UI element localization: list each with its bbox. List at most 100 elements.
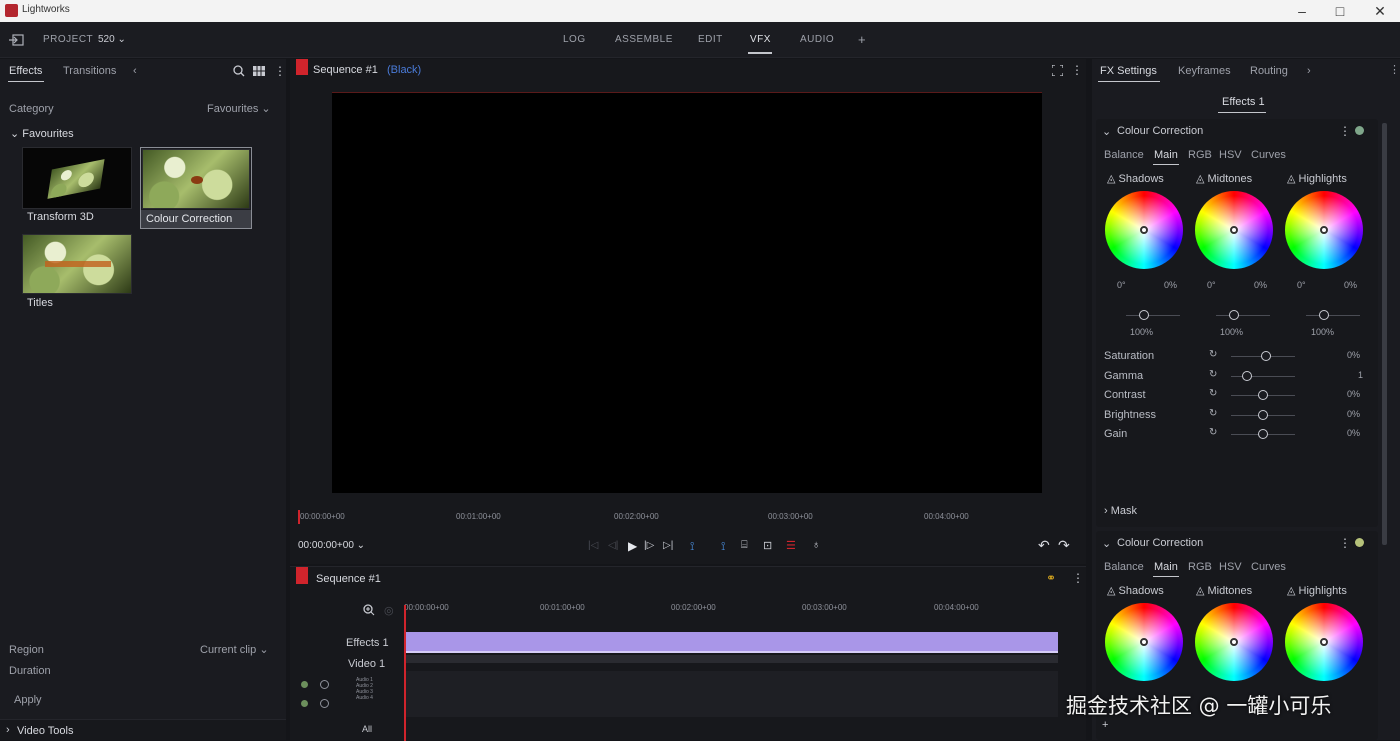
highlights-color-wheel[interactable] — [1285, 191, 1363, 269]
subtab-main[interactable]: Main — [1154, 149, 1178, 161]
chevron-down-icon[interactable]: ⌄ — [1102, 537, 1111, 550]
viewer-time-ruler[interactable]: 00:00:00+00 00:01:00+00 00:02:00+00 00:0… — [298, 510, 1078, 528]
shadows-header[interactable]: ◬ Shadows — [1107, 584, 1164, 597]
wheel-handle[interactable] — [1140, 226, 1148, 234]
saturation-knob[interactable] — [1260, 351, 1271, 361]
contrast-knob[interactable] — [1258, 390, 1268, 400]
step-back-icon[interactable]: ◁| — [608, 540, 618, 551]
audio-enable-toggle-2[interactable] — [301, 700, 308, 707]
shadows-header[interactable]: ◬ Shadows — [1107, 172, 1164, 185]
audio-solo-toggle-1[interactable] — [320, 680, 329, 689]
shadows-level-slider[interactable] — [1126, 315, 1180, 316]
tab-routing[interactable]: Routing — [1250, 65, 1288, 77]
viewer-menu-icon[interactable]: ⋮ — [1071, 63, 1083, 77]
subtab-hsv[interactable]: HSV — [1219, 149, 1242, 161]
gain-knob[interactable] — [1258, 429, 1268, 439]
add-icon[interactable]: + — [1102, 719, 1108, 731]
tab-effects-1[interactable]: Effects 1 — [1222, 96, 1265, 108]
section-menu-icon[interactable]: ⋮ — [1339, 536, 1351, 550]
video-preview[interactable] — [332, 92, 1042, 493]
midtones-level-slider[interactable] — [1216, 315, 1270, 316]
category-dropdown[interactable]: Favourites ⌄ — [207, 102, 271, 115]
wheel-handle[interactable] — [1230, 226, 1238, 234]
tab-effects[interactable]: Effects — [9, 65, 42, 77]
grid-view-icon[interactable] — [253, 66, 265, 76]
undo-icon[interactable]: ↶ — [1038, 537, 1050, 554]
tabs-more-icon[interactable]: ‹ — [133, 65, 137, 77]
subtab-curves[interactable]: Curves — [1251, 149, 1286, 161]
highlights-header[interactable]: ◬ Highlights — [1287, 172, 1347, 185]
shadows-level-knob[interactable] — [1139, 310, 1149, 320]
tab-assemble[interactable]: ASSEMBLE — [615, 34, 673, 45]
effect-item-colour-correction[interactable]: Colour Correction — [140, 147, 252, 229]
redo-icon[interactable]: ↷ — [1058, 537, 1070, 554]
sync-link-icon[interactable]: ⚭ — [1046, 571, 1056, 585]
effect-enable-toggle[interactable] — [1355, 126, 1364, 135]
zoom-reset-icon[interactable]: ◎ — [384, 604, 394, 617]
wheel-handle[interactable] — [1320, 226, 1328, 234]
tab-fx-settings[interactable]: FX Settings — [1100, 65, 1157, 77]
mark-in-icon[interactable]: ⟟ — [690, 539, 694, 554]
reset-icon[interactable]: ↻ — [1209, 388, 1217, 399]
gamma-knob[interactable] — [1241, 371, 1252, 381]
all-tracks-label[interactable]: All — [362, 724, 372, 734]
section-menu-icon[interactable]: ⋮ — [1339, 124, 1351, 138]
reset-icon[interactable]: ↻ — [1209, 369, 1217, 380]
subtab-main[interactable]: Main — [1154, 561, 1178, 573]
subtab-curves[interactable]: Curves — [1251, 561, 1286, 573]
effect-item-transform-3d[interactable]: Transform 3D — [22, 147, 132, 225]
exit-project-icon[interactable] — [8, 34, 24, 46]
project-selector[interactable]: 520 ⌄ — [98, 34, 126, 45]
audio-tracks-area[interactable] — [406, 671, 1058, 717]
add-tab-button[interactable]: + — [858, 32, 866, 47]
highlights-color-wheel[interactable] — [1285, 603, 1363, 681]
shadows-color-wheel[interactable] — [1105, 603, 1183, 681]
highlights-level-slider[interactable] — [1306, 315, 1360, 316]
gamma-slider[interactable] — [1231, 376, 1295, 377]
apply-button[interactable]: Apply — [14, 694, 42, 706]
midtones-color-wheel[interactable] — [1195, 603, 1273, 681]
tab-vfx[interactable]: VFX — [750, 34, 771, 45]
subtab-rgb[interactable]: RGB — [1188, 561, 1212, 573]
subtab-hsv[interactable]: HSV — [1219, 561, 1242, 573]
go-to-end-icon[interactable]: ▷| — [663, 540, 673, 551]
effect-enable-toggle[interactable] — [1355, 538, 1364, 547]
shadows-color-wheel[interactable] — [1105, 191, 1183, 269]
subtab-balance[interactable]: Balance — [1104, 149, 1144, 161]
effects-clip[interactable] — [406, 632, 1058, 653]
tab-edit[interactable]: EDIT — [698, 34, 723, 45]
go-to-start-icon[interactable]: |◁ — [588, 540, 598, 551]
midtones-level-knob[interactable] — [1229, 310, 1239, 320]
mask-section[interactable]: › Mask — [1104, 505, 1137, 517]
subtab-balance[interactable]: Balance — [1104, 561, 1144, 573]
audio-enable-toggle-1[interactable] — [301, 681, 308, 688]
tab-transitions[interactable]: Transitions — [63, 65, 116, 77]
subtab-rgb[interactable]: RGB — [1188, 149, 1212, 161]
reset-icon[interactable]: ↻ — [1209, 349, 1217, 360]
midtones-color-wheel[interactable] — [1195, 191, 1273, 269]
audio-solo-toggle-2[interactable] — [320, 699, 329, 708]
midtones-header[interactable]: ◬ Midtones — [1196, 172, 1252, 185]
reset-icon[interactable]: ↻ — [1209, 427, 1217, 438]
fullscreen-icon[interactable] — [1052, 65, 1063, 76]
tab-log[interactable]: LOG — [563, 34, 586, 45]
tab-keyframes[interactable]: Keyframes — [1178, 65, 1231, 77]
video-clip[interactable] — [406, 655, 1058, 663]
panel-menu-icon[interactable]: ⋮ — [1389, 63, 1400, 76]
highlights-level-knob[interactable] — [1319, 310, 1329, 320]
overwrite-icon[interactable]: ☰ — [786, 539, 796, 552]
wheel-handle[interactable] — [1140, 638, 1148, 646]
close-button[interactable]: ✕ — [1360, 1, 1400, 21]
minimize-button[interactable]: – — [1282, 1, 1322, 21]
region-dropdown[interactable]: Current clip ⌄ — [200, 643, 269, 656]
zoom-icon[interactable] — [363, 604, 375, 616]
timeline-ruler[interactable]: 00:00:00+00 00:01:00+00 00:02:00+00 00:0… — [404, 603, 1084, 617]
insert-icon[interactable]: ⊡ — [763, 539, 772, 552]
midtones-header[interactable]: ◬ Midtones — [1196, 584, 1252, 597]
search-icon[interactable] — [233, 65, 245, 77]
timeline-menu-icon[interactable]: ⋮ — [1072, 571, 1084, 585]
microphone-icon[interactable]: ♁ — [812, 539, 820, 551]
effect-item-titles[interactable]: Titles — [22, 234, 132, 312]
step-forward-icon[interactable]: |▷ — [644, 540, 654, 551]
tab-audio[interactable]: AUDIO — [800, 34, 834, 45]
